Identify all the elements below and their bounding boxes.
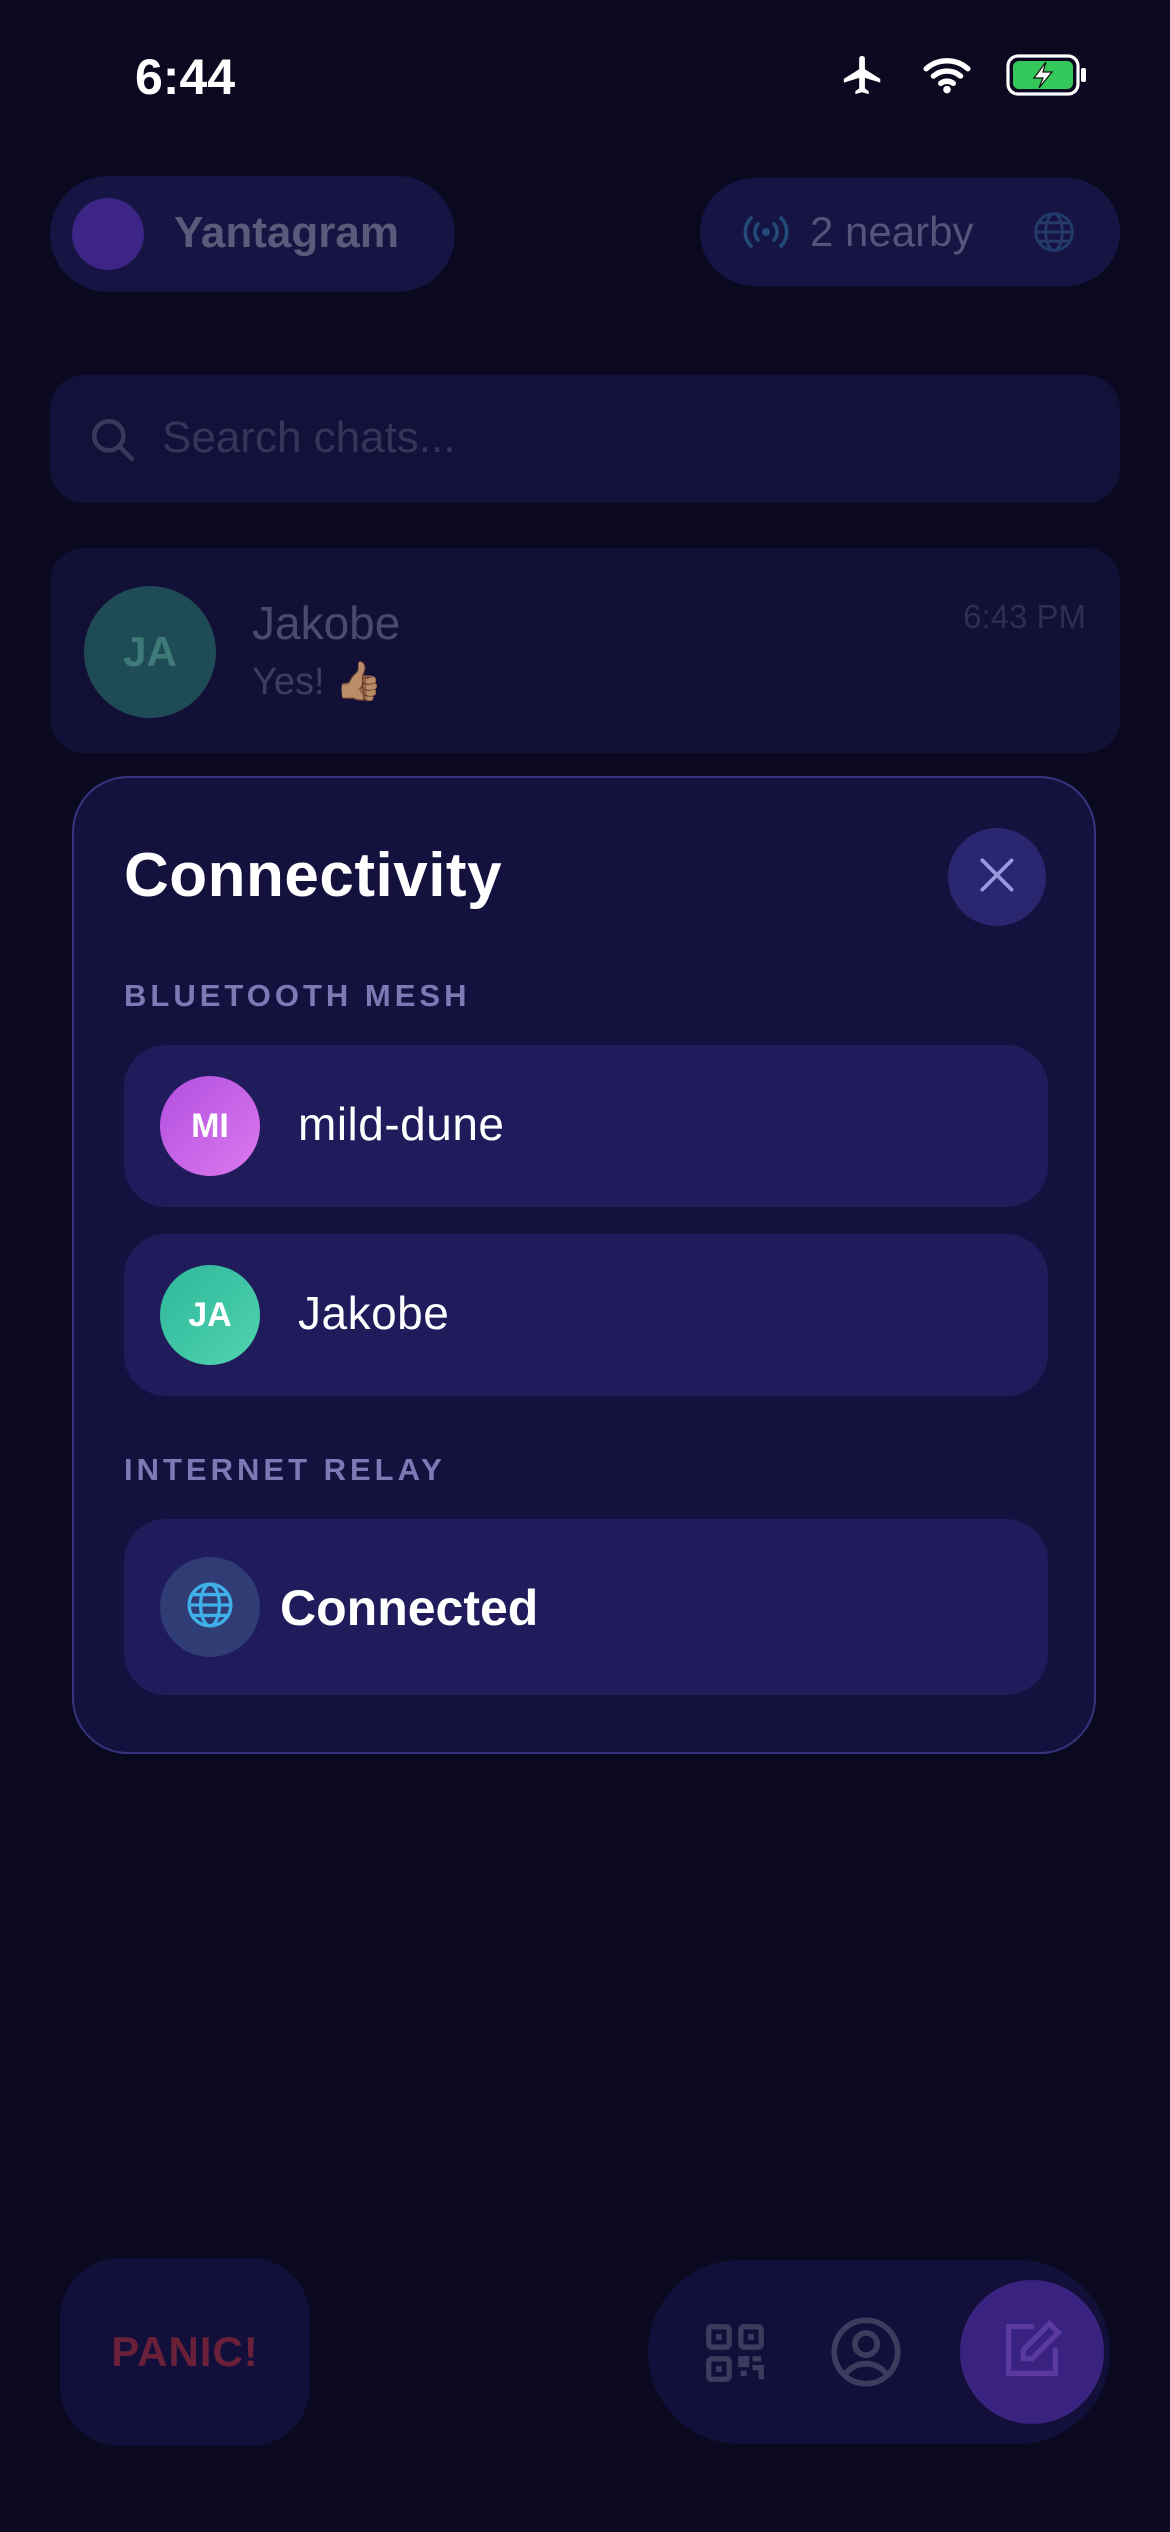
globe-icon	[185, 1580, 235, 1635]
close-button[interactable]	[948, 828, 1046, 926]
broadcast-icon	[740, 212, 792, 257]
internet-section-label: INTERNET RELAY	[124, 1452, 446, 1487]
nearby-count: 2 nearby	[810, 208, 974, 255]
compose-icon	[997, 2315, 1067, 2390]
nearby-pill[interactable]: 2 nearby	[700, 178, 1120, 286]
chat-time: 6:43 PM	[963, 598, 1086, 635]
peer-row-jakobe[interactable]: JA Jakobe	[124, 1234, 1048, 1396]
relay-icon-badge	[160, 1557, 260, 1657]
chat-preview: Yes! 👍🏽	[252, 661, 383, 703]
panic-label: PANIC!	[111, 2328, 259, 2375]
chat-list-item[interactable]: JA Jakobe Yes! 👍🏽 6:43 PM	[50, 548, 1120, 753]
relay-status: Connected	[280, 1580, 539, 1636]
panic-button[interactable]: PANIC!	[60, 2258, 310, 2446]
brand-pill[interactable]: Yantagram	[50, 176, 455, 292]
bluetooth-section-label: BLUETOOTH MESH	[124, 978, 471, 1013]
modal-title: Connectivity	[124, 841, 503, 910]
brand-name: Yantagram	[174, 208, 399, 257]
globe-icon	[1032, 210, 1076, 259]
chat-name: Jakobe	[252, 597, 401, 649]
search-placeholder: Search chats...	[162, 413, 456, 462]
brand-avatar	[72, 198, 144, 270]
connectivity-modal: Connectivity BLUETOOTH MESH MI mild-dune…	[72, 776, 1096, 1754]
chat-avatar: JA	[84, 586, 216, 718]
peer-avatar: JA	[160, 1265, 260, 1365]
internet-relay-row[interactable]: Connected	[124, 1519, 1048, 1695]
search-icon	[88, 415, 138, 470]
peer-name: mild-dune	[298, 1098, 505, 1150]
compose-button[interactable]	[960, 2280, 1104, 2424]
qr-code-icon[interactable]	[700, 2318, 770, 2393]
close-icon	[975, 853, 1019, 902]
peer-row-mild-dune[interactable]: MI mild-dune	[124, 1045, 1048, 1207]
peer-name: Jakobe	[298, 1287, 450, 1339]
search-input[interactable]: Search chats...	[50, 375, 1120, 503]
peer-avatar: MI	[160, 1076, 260, 1176]
profile-icon[interactable]	[828, 2314, 904, 2395]
